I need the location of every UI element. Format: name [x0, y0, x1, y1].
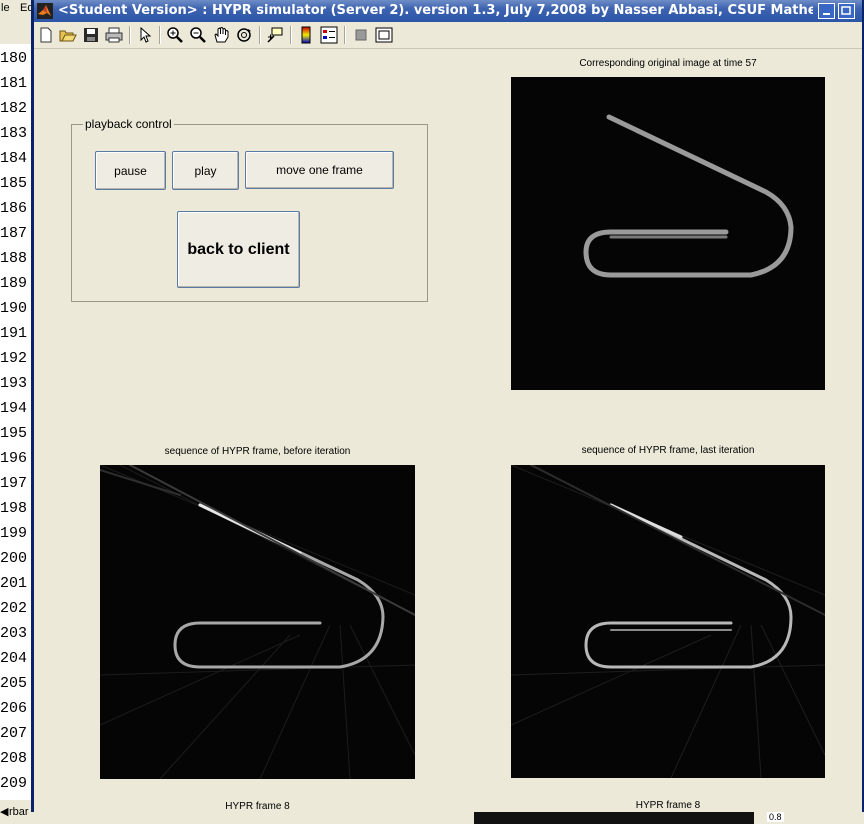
line-number: 204 — [0, 650, 28, 667]
chevron-left-icon: ◀ — [0, 806, 9, 818]
save-icon[interactable] — [81, 25, 101, 45]
line-number: 208 — [0, 750, 28, 767]
figure-canvas: playback control pause play move one fra… — [34, 49, 862, 812]
line-number: 180 — [0, 50, 28, 67]
play-button[interactable]: play — [172, 151, 239, 190]
minimize-button[interactable] — [818, 3, 835, 19]
insert-legend-icon[interactable] — [319, 25, 339, 45]
before-iteration-xlabel: HYPR frame 8 — [225, 801, 290, 812]
zoom-in-icon[interactable] — [165, 25, 185, 45]
background-tab-label: rbar — [9, 806, 29, 818]
line-number: 185 — [0, 175, 28, 192]
maximize-icon — [841, 6, 851, 15]
open-file-icon[interactable] — [58, 25, 78, 45]
original-image-title: Corresponding original image at time 57 — [579, 58, 757, 69]
line-number: 186 — [0, 200, 28, 217]
line-number: 203 — [0, 625, 28, 642]
line-number: 190 — [0, 300, 28, 317]
last-iteration-axes — [511, 465, 825, 778]
window-title: <Student Version> : HYPR simulator (Serv… — [58, 3, 813, 18]
title-bar[interactable]: <Student Version> : HYPR simulator (Serv… — [34, 0, 862, 22]
line-number: 201 — [0, 575, 28, 592]
toolbar-separator — [259, 26, 261, 44]
line-number: 194 — [0, 400, 28, 417]
background-image-strip — [474, 812, 754, 824]
figure-window: <Student Version> : HYPR simulator (Serv… — [31, 0, 864, 812]
toolbar-separator — [344, 26, 346, 44]
line-number: 197 — [0, 475, 28, 492]
maximize-button[interactable] — [838, 3, 855, 19]
before-iteration-title: sequence of HYPR frame, before iteration — [164, 446, 351, 457]
line-number: 202 — [0, 600, 28, 617]
line-number: 207 — [0, 725, 28, 742]
matlab-logo-icon — [37, 3, 53, 19]
line-number: 182 — [0, 100, 28, 117]
toolbar-separator — [129, 26, 131, 44]
line-number: 196 — [0, 450, 28, 467]
line-number: 205 — [0, 675, 28, 692]
line-number: 200 — [0, 550, 28, 567]
print-icon[interactable] — [104, 25, 124, 45]
line-number: 193 — [0, 375, 28, 392]
background-value-readout: 0.8 — [767, 812, 784, 822]
last-iteration-xlabel: HYPR frame 8 — [635, 800, 701, 811]
back-to-client-button[interactable]: back to client — [177, 211, 300, 288]
line-number: 187 — [0, 225, 28, 242]
line-number: 192 — [0, 350, 28, 367]
move-one-frame-button[interactable]: move one frame — [245, 151, 394, 189]
original-image-axes — [511, 77, 825, 390]
menu-item-file[interactable]: le — [1, 2, 10, 14]
line-number: 189 — [0, 275, 28, 292]
insert-colorbar-icon[interactable] — [296, 25, 316, 45]
data-cursor-icon[interactable] — [265, 25, 285, 45]
line-number: 199 — [0, 525, 28, 542]
zoom-out-icon[interactable] — [188, 25, 208, 45]
show-plot-tools-icon[interactable] — [374, 25, 394, 45]
pause-button[interactable]: pause — [95, 151, 166, 190]
line-number: 181 — [0, 75, 28, 92]
figure-toolbar — [34, 22, 862, 49]
hide-plot-tools-icon[interactable] — [351, 25, 371, 45]
line-number: 183 — [0, 125, 28, 142]
edit-plot-arrow-icon[interactable] — [135, 25, 155, 45]
toolbar-separator — [290, 26, 292, 44]
line-number: 184 — [0, 150, 28, 167]
line-number: 188 — [0, 250, 28, 267]
pan-hand-icon[interactable] — [211, 25, 231, 45]
line-number-gutter: 180 181 182 183 184 185 186 187 188 189 190 191 192 1… — [0, 44, 33, 804]
line-number: 206 — [0, 700, 28, 717]
line-number: 191 — [0, 325, 28, 342]
line-number: 195 — [0, 425, 28, 442]
line-number: 198 — [0, 500, 28, 517]
rotate-3d-icon[interactable] — [234, 25, 254, 45]
before-iteration-axes — [100, 465, 415, 779]
new-figure-icon[interactable] — [36, 25, 56, 45]
toolbar-separator — [159, 26, 161, 44]
playback-control-panel: playback control pause play move one fra… — [71, 117, 428, 302]
last-iteration-title: sequence of HYPR frame, last iteration — [581, 445, 755, 456]
line-number: 209 — [0, 775, 28, 792]
playback-panel-title: playback control — [83, 117, 174, 131]
